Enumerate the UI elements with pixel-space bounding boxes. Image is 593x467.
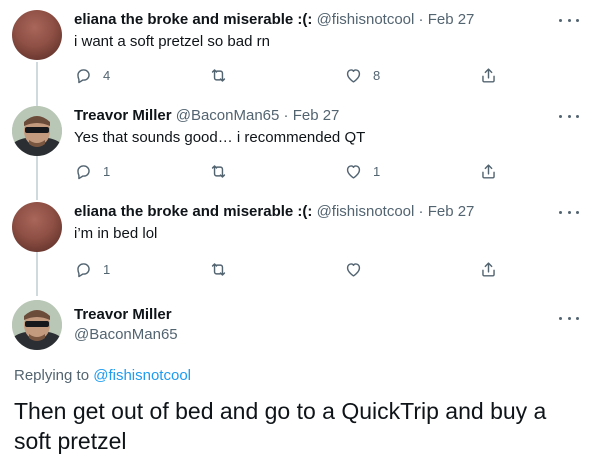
tweet-header: eliana the broke and miserable :(: @fish… — [74, 10, 474, 30]
like-count: 8 — [373, 67, 381, 83]
author-name[interactable]: eliana the broke and miserable :(: — [74, 11, 312, 28]
more-icon[interactable] — [559, 204, 579, 220]
like-count: 1 — [373, 163, 381, 179]
retweet-button[interactable] — [209, 64, 228, 86]
share-button[interactable] — [479, 160, 498, 182]
reply-button[interactable]: 1 — [74, 258, 110, 280]
avatar[interactable] — [12, 202, 62, 252]
tweet-actions: 4 8 — [74, 64, 514, 86]
reply-count: 1 — [103, 163, 111, 179]
tweet-date[interactable]: Feb 27 — [428, 11, 475, 28]
tweet-actions: 1 1 — [74, 160, 514, 182]
reply-count: 4 — [103, 67, 111, 83]
like-button[interactable] — [344, 258, 373, 280]
author-handle[interactable]: @fishisnotcool — [317, 203, 415, 220]
tweet-2[interactable]: Treavor Miller @BaconMan65 · Feb 27 Yes … — [0, 106, 593, 186]
share-icon — [482, 67, 495, 83]
share-button[interactable] — [479, 64, 498, 86]
retweet-icon — [211, 164, 226, 178]
like-button[interactable]: 1 — [344, 160, 380, 182]
tweet-1[interactable]: eliana the broke and miserable :(: @fish… — [0, 10, 593, 90]
author-name[interactable]: Treavor Miller — [74, 107, 172, 124]
share-icon — [482, 261, 495, 277]
reply-count: 1 — [103, 261, 111, 277]
avatar[interactable] — [12, 106, 62, 156]
tweet-date[interactable]: Feb 27 — [293, 107, 340, 124]
retweet-icon — [211, 262, 226, 276]
like-button[interactable]: 8 — [344, 64, 380, 86]
share-button[interactable] — [479, 258, 498, 280]
reply-icon — [77, 68, 90, 83]
retweet-icon — [211, 68, 226, 82]
replying-to-link[interactable]: @fishisnotcool — [93, 367, 191, 384]
tweet-header: eliana the broke and miserable :(: @fish… — [74, 202, 474, 222]
reply-icon — [77, 262, 90, 277]
heart-icon — [346, 262, 361, 277]
more-icon[interactable] — [559, 310, 579, 326]
tweet-date[interactable]: Feb 27 — [428, 203, 475, 220]
author-handle[interactable]: @fishisnotcool — [317, 11, 415, 28]
more-icon[interactable] — [559, 108, 579, 124]
reply-icon — [77, 164, 90, 179]
retweet-button[interactable] — [209, 258, 228, 280]
share-icon — [482, 163, 495, 179]
author-name[interactable]: eliana the broke and miserable :(: — [74, 203, 312, 220]
avatar[interactable] — [12, 10, 62, 60]
author-name[interactable]: Treavor Miller — [74, 305, 172, 325]
tweet-text: Yes that sounds good… i recommended QT — [74, 129, 366, 146]
tweet-text: i’m in bed lol — [74, 225, 158, 242]
retweet-button[interactable] — [209, 160, 228, 182]
more-icon[interactable] — [559, 12, 579, 28]
replying-to: Replying to @fishisnotcool — [14, 366, 191, 386]
replying-label: Replying to — [14, 367, 90, 384]
avatar[interactable] — [12, 300, 62, 350]
heart-icon — [346, 164, 361, 179]
heart-icon — [346, 68, 361, 83]
reply-button[interactable]: 1 — [74, 160, 110, 182]
author-handle[interactable]: @BaconMan65 — [74, 325, 178, 345]
separator-dot: · — [418, 203, 424, 220]
tweet-text: i want a soft pretzel so bad rn — [74, 33, 270, 50]
main-tweet-text: Then get out of bed and go to a QuickTri… — [14, 398, 547, 454]
separator-dot: · — [283, 107, 289, 124]
reply-button[interactable]: 4 — [74, 64, 110, 86]
tweet-actions: 1 — [74, 258, 514, 280]
author-handle[interactable]: @BaconMan65 — [176, 107, 280, 124]
separator-dot: · — [418, 11, 424, 28]
tweet-header: Treavor Miller @BaconMan65 · Feb 27 — [74, 106, 339, 126]
tweet-3[interactable]: eliana the broke and miserable :(: @fish… — [0, 202, 593, 282]
